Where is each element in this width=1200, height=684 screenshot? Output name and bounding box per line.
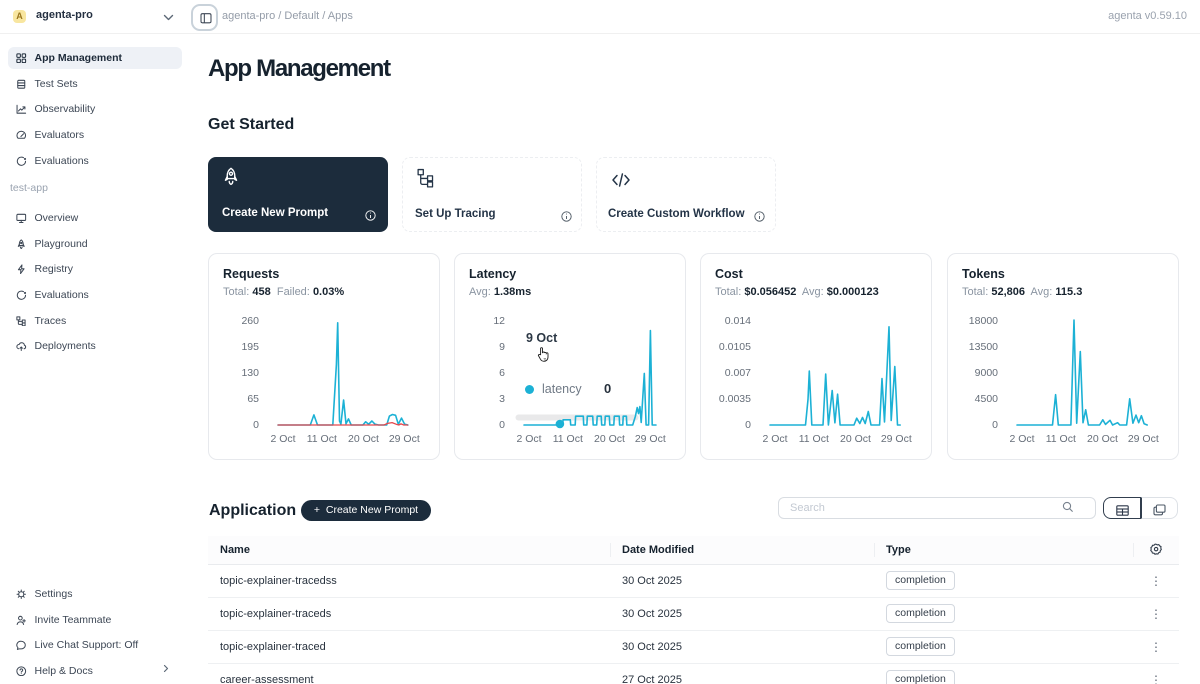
svg-text:9: 9 xyxy=(499,341,505,353)
svg-text:260: 260 xyxy=(241,315,259,327)
svg-text:0: 0 xyxy=(745,419,751,431)
svg-text:11 Oct: 11 Oct xyxy=(307,433,337,445)
svg-text:3: 3 xyxy=(499,393,505,405)
svg-text:20 Oct: 20 Oct xyxy=(348,433,379,445)
svg-text:2 Oct: 2 Oct xyxy=(270,433,295,445)
svg-text:20 Oct: 20 Oct xyxy=(1087,433,1118,445)
svg-text:0.007: 0.007 xyxy=(725,367,751,379)
svg-text:0: 0 xyxy=(253,419,259,431)
svg-text:20 Oct: 20 Oct xyxy=(840,433,871,445)
svg-text:12: 12 xyxy=(493,315,505,327)
svg-text:20 Oct: 20 Oct xyxy=(594,433,625,445)
svg-text:130: 130 xyxy=(241,367,259,379)
svg-text:0.0035: 0.0035 xyxy=(719,393,751,405)
svg-text:9000: 9000 xyxy=(975,367,999,379)
svg-text:13500: 13500 xyxy=(969,341,998,353)
svg-text:11 Oct: 11 Oct xyxy=(1046,433,1076,445)
svg-text:6: 6 xyxy=(499,367,505,379)
svg-text:29 Oct: 29 Oct xyxy=(635,433,666,445)
svg-text:18000: 18000 xyxy=(969,315,998,327)
svg-text:0.0105: 0.0105 xyxy=(719,341,751,353)
svg-text:29 Oct: 29 Oct xyxy=(1128,433,1159,445)
svg-text:11 Oct: 11 Oct xyxy=(799,433,829,445)
svg-text:4500: 4500 xyxy=(975,393,999,405)
svg-text:11 Oct: 11 Oct xyxy=(553,433,583,445)
svg-text:0: 0 xyxy=(499,419,505,431)
svg-text:2 Oct: 2 Oct xyxy=(516,433,541,445)
svg-text:195: 195 xyxy=(241,341,259,353)
svg-text:0: 0 xyxy=(992,419,998,431)
svg-text:2 Oct: 2 Oct xyxy=(762,433,787,445)
svg-text:29 Oct: 29 Oct xyxy=(389,433,420,445)
svg-text:29 Oct: 29 Oct xyxy=(881,433,912,445)
svg-text:0.014: 0.014 xyxy=(725,315,751,327)
svg-text:65: 65 xyxy=(247,393,259,405)
svg-text:2 Oct: 2 Oct xyxy=(1009,433,1034,445)
